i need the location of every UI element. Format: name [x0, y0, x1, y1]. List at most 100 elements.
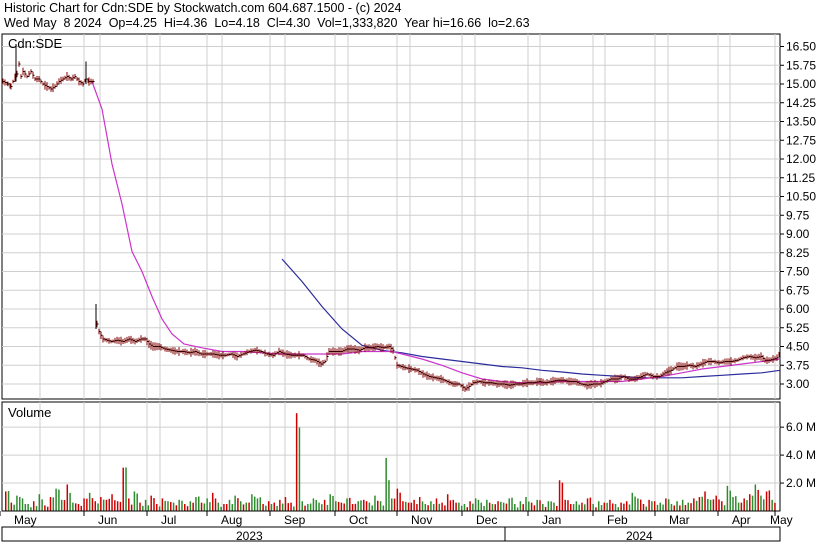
volume-bar [198, 496, 200, 511]
volume-bar [225, 504, 228, 511]
volume-bar [631, 492, 634, 511]
volume-bar [712, 499, 715, 511]
y-tick-label: 15.00 [786, 77, 816, 91]
volume-bar [147, 505, 150, 511]
volume-tick-label: 6.0 M [786, 420, 816, 434]
volume-bar [620, 502, 622, 511]
volume-bar [175, 505, 178, 511]
volume-bar [662, 504, 664, 511]
volume-bar [133, 491, 136, 511]
volume-bar [396, 488, 399, 511]
volume-bar [382, 505, 385, 511]
volume-bar [533, 505, 536, 511]
volume-bar [77, 504, 80, 511]
volume-bar [301, 501, 303, 511]
volume-bar [49, 497, 52, 511]
volume-bar [542, 504, 544, 511]
historic-chart: 16.50 15.75 15.00 14.25 13.50 12.75 12.00 11.25… [0, 33, 816, 543]
volume-bar [18, 496, 21, 511]
volume-bar [488, 502, 491, 511]
volume-bar [72, 502, 74, 511]
volume-bar [108, 498, 110, 511]
volume-bar [332, 496, 334, 511]
volume-bar [206, 498, 208, 511]
volume-bar [424, 504, 427, 511]
volume-bar [248, 502, 250, 511]
volume-bar [16, 495, 18, 511]
y-tick-label: 14.25 [786, 96, 816, 110]
volume-bar [88, 492, 91, 511]
volume-bar [458, 502, 460, 511]
volume-bar [469, 501, 471, 511]
volume-bar [550, 501, 552, 511]
volume-bar [497, 501, 499, 511]
volume-bar [231, 504, 234, 511]
volume-bar [746, 500, 748, 511]
volume-bar [153, 498, 155, 511]
volume-bar [567, 500, 569, 511]
volume-bar [46, 506, 49, 511]
volume-bar [80, 505, 83, 511]
volume-bar [351, 504, 354, 511]
volume-bar [211, 492, 214, 511]
volume-bar [653, 501, 656, 511]
volume-bar [267, 501, 270, 511]
volume-bar [265, 505, 267, 511]
volume-bar [564, 499, 566, 511]
volume-bar [38, 494, 41, 511]
volume-bar [584, 504, 586, 511]
volume-bar [637, 498, 639, 511]
volume-bar [673, 505, 676, 511]
volume-bar [13, 504, 15, 511]
volume-bar [172, 502, 175, 511]
volume-bar [262, 504, 264, 511]
volume-bar [754, 484, 757, 511]
volume-bar [388, 480, 390, 511]
volume-bar [435, 498, 438, 511]
volume-bar [472, 503, 474, 511]
volume-bar [220, 506, 222, 511]
volume-bar [623, 503, 625, 511]
volume-bar [203, 503, 206, 511]
volume-bar [735, 496, 737, 511]
volume-bar [463, 504, 466, 511]
volume-bar [32, 501, 35, 511]
volume-bar [687, 502, 689, 511]
volume-bar [749, 494, 751, 511]
volume-bar [595, 507, 597, 511]
volume-bar [335, 501, 337, 511]
volume-bar [170, 501, 172, 511]
volume-bar [209, 502, 211, 511]
volume-bar [544, 506, 547, 511]
volume-bar [460, 505, 463, 511]
volume-bar [597, 501, 600, 511]
volume-bar [329, 494, 331, 511]
volume-bar [511, 497, 513, 511]
volume-bar [86, 498, 88, 511]
volume-bar [539, 500, 541, 511]
volume-bar [600, 505, 603, 511]
y-tick-label: 8.25 [786, 246, 810, 260]
volume-bar [66, 484, 69, 511]
volume-bar [293, 506, 295, 511]
volume-bar [393, 498, 396, 511]
volume-bar [340, 502, 343, 511]
volume-bar [418, 497, 421, 511]
volume-bar [102, 499, 105, 511]
volume-bar [603, 502, 606, 511]
y-tick-label: 6.75 [786, 283, 810, 297]
month-label: Dec [476, 513, 497, 527]
volume-bar [723, 505, 726, 511]
month-label: Sep [284, 513, 306, 527]
volume-bar [35, 506, 38, 511]
volume-bar [52, 497, 55, 511]
volume-bar [307, 504, 309, 511]
volume-bar [530, 502, 533, 511]
volume-bar [581, 502, 583, 511]
volume-bar [195, 497, 197, 511]
volume-bar [256, 498, 259, 511]
volume-bar [156, 504, 158, 511]
y-tick-label: 5.25 [786, 321, 810, 335]
volume-bar [315, 499, 317, 511]
volume-bar [139, 502, 141, 511]
